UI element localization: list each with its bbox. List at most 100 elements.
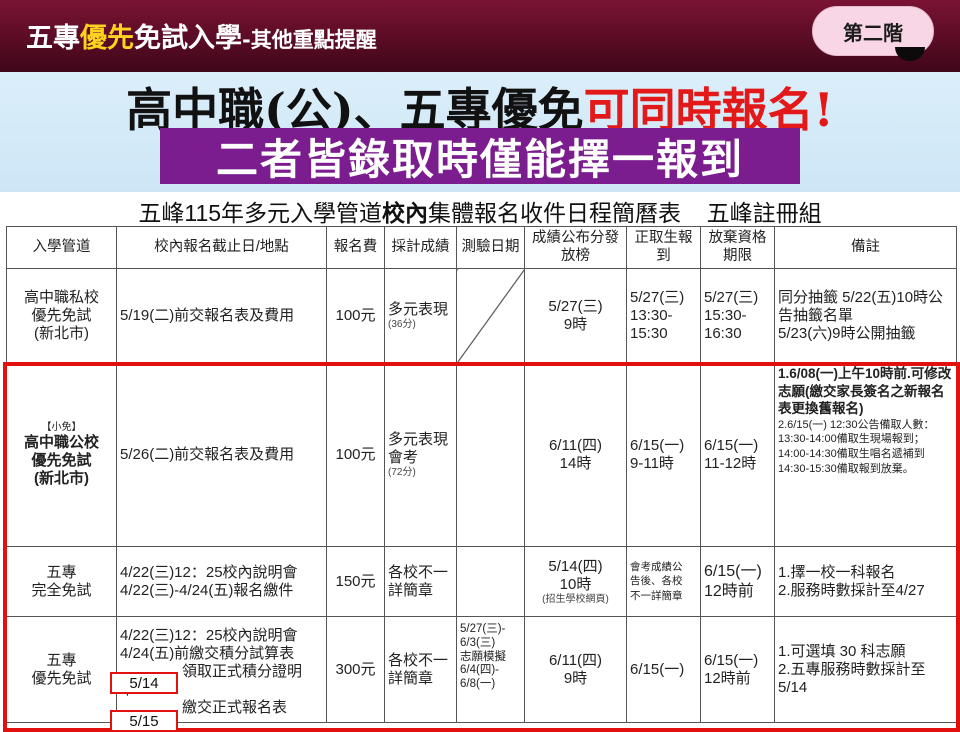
deadline-line: 4/22(三)-4/24(五)報名繳件 xyxy=(120,581,294,599)
report-line: 15:30 xyxy=(630,324,668,342)
report-line: 會考成績公 xyxy=(630,561,683,574)
report-line: 不一詳簡章 xyxy=(630,589,683,602)
channel-tag: 【小免】 xyxy=(41,421,82,433)
cell-channel: 五專 優先免試 xyxy=(6,616,117,723)
header-waive: 放棄資格期限 xyxy=(700,226,775,269)
table-row: 【小免】 高中職公校 優先免試 (新北市) 5/26(二)前交報名表及費用 10… xyxy=(6,362,957,547)
cell-fee: 100元 xyxy=(326,362,385,547)
slide-title: 五專優先免試入學-其他重點提醒 xyxy=(26,16,377,55)
cell-channel: 五專 完全免試 xyxy=(6,546,117,617)
date-tag: 5/15 xyxy=(110,710,178,732)
deadline-line: 5/19(二)前交報名表及費用 xyxy=(120,306,295,324)
score-note: (36分) xyxy=(388,318,416,330)
cell-test-date: 5/27(三)- 6/3(三) 志願模擬 6/4(四)- 6/8(一) xyxy=(456,616,525,723)
title-part2: 免試入學 xyxy=(134,23,242,54)
results-line: 9時 xyxy=(563,315,588,333)
waive-line: 12時前 xyxy=(704,669,751,687)
table-title-bold: 校內 xyxy=(382,200,429,226)
results-line: 10時 xyxy=(559,575,592,593)
cell-test-date-empty xyxy=(456,268,525,363)
cell-score: 各校不一 詳簡章 xyxy=(384,616,457,723)
results-line: 9時 xyxy=(563,669,588,687)
channel-line: (新北市) xyxy=(34,324,89,342)
cell-fee: 100元 xyxy=(326,268,385,363)
notes-line: 5/23(六)9時公開抽籤 xyxy=(778,324,916,342)
cell-waive: 5/27(三) 15:30- 16:30 xyxy=(700,268,775,363)
channel-line: 高中職私校 xyxy=(23,288,99,306)
channel-line: 優先免試 xyxy=(31,306,92,324)
notes-line: 2.五專服務時數採計至 xyxy=(778,660,926,678)
results-line: 6/11(四) xyxy=(548,651,603,669)
date-tag: 5/14 xyxy=(110,672,178,694)
subline-banner: 二者皆錄取時僅能擇一報到 xyxy=(160,128,800,184)
report-line: 13:30- xyxy=(630,306,673,324)
cell-report: 6/15(一) xyxy=(626,616,701,723)
test-date-line: 6/3(三) xyxy=(460,636,496,649)
subline-text: 二者皆錄取時僅能擇一報到 xyxy=(215,134,744,184)
cell-results: 6/11(四) 9時 xyxy=(524,616,627,723)
header-report: 正取生報到 xyxy=(626,226,701,269)
header-test-date: 測驗日期 xyxy=(456,226,525,269)
cell-test-date-empty xyxy=(456,546,525,617)
table-title-part1: 五峰115年多元入學管道 xyxy=(138,200,383,226)
cell-fee: 150元 xyxy=(326,546,385,617)
cell-notes: 同分抽籤 5/22(五)10時公告抽籤名單 5/23(六)9時公開抽籤 xyxy=(774,268,957,363)
cell-results: 6/11(四) 14時 xyxy=(524,362,627,547)
cell-score: 多元表現 (36分) xyxy=(384,268,457,363)
test-date-line: 6/4(四)- xyxy=(460,664,499,677)
waive-line: 16:30 xyxy=(704,324,742,342)
cell-deadline: 5/19(二)前交報名表及費用 xyxy=(116,268,327,363)
stage-badge-label: 第二階 xyxy=(843,20,903,45)
results-line: 6/11(四) xyxy=(548,436,603,454)
waive-line: 6/15(一) xyxy=(704,651,759,669)
waive-line: 6/15(一) xyxy=(704,436,759,454)
header-deadline: 校內報名截止日/地點 xyxy=(116,226,327,269)
report-line: 9-11時 xyxy=(630,454,674,472)
table-row: 五專 優先免試 4/22(三)12：25校內說明會 4/24(五)前繳交積分試算… xyxy=(6,616,957,723)
notes-line: 5/14 xyxy=(778,678,808,696)
waive-line: 11-12時 xyxy=(704,454,757,472)
results-note: (招生學校網頁) xyxy=(542,593,609,605)
cell-waive: 6/15(一) 12時前 xyxy=(700,546,775,617)
report-line: 6/15(一) xyxy=(630,436,685,454)
cell-deadline: 4/22(三)12：25校內說明會 4/22(三)-4/24(五)報名繳件 xyxy=(116,546,327,617)
cell-score: 多元表現 會考 (72分) xyxy=(384,362,457,547)
channel-line: 優先免試 xyxy=(31,669,92,687)
cell-notes: 1.6/08(一)上午10時前.可修改志願(繳交家長簽名之新報名表更換舊報名) … xyxy=(774,362,957,547)
channel-line: 五專 xyxy=(46,563,77,581)
score-line: 多元表現 xyxy=(388,300,449,318)
deadline-line: 5/26(二)前交報名表及費用 xyxy=(120,445,295,463)
cell-notes: 1.擇一校一科報名 2.服務時數採計至4/27 xyxy=(774,546,957,617)
title-highlight: 優先 xyxy=(80,23,134,54)
cell-report: 6/15(一) 9-11時 xyxy=(626,362,701,547)
header-results: 成績公布分發放榜 xyxy=(524,226,627,269)
score-line: 詳簡章 xyxy=(388,581,434,599)
cell-channel: 【小免】 高中職公校 優先免試 (新北市) xyxy=(6,362,117,547)
notes-line: 1.擇一校一科報名 xyxy=(778,563,896,581)
header-notes: 備註 xyxy=(774,226,957,269)
channel-line: 完全免試 xyxy=(31,581,92,599)
title-subtitle: -其他重點提醒 xyxy=(242,28,377,52)
deadline-line: 4/22(三)12：25校內說明會 xyxy=(120,563,298,581)
score-note: (72分) xyxy=(388,466,416,478)
cell-results: 5/27(三) 9時 xyxy=(524,268,627,363)
report-line: 5/27(三) xyxy=(630,288,685,306)
channel-line: 優先免試 xyxy=(31,451,92,469)
results-line: 5/27(三) xyxy=(548,297,603,315)
header-fee: 報名費 xyxy=(326,226,385,269)
table-row: 五專 完全免試 4/22(三)12：25校內說明會 4/22(三)-4/24(五… xyxy=(6,546,957,617)
cell-fee: 300元 xyxy=(326,616,385,723)
cell-waive: 6/15(一) 12時前 xyxy=(700,616,775,723)
channel-line: 五專 xyxy=(46,651,77,669)
cell-results: 5/14(四) 10時 (招生學校網頁) xyxy=(524,546,627,617)
cell-notes: 1.可選填 30 科志願 2.五專服務時數採計至 5/14 xyxy=(774,616,957,723)
waive-line: 12時前 xyxy=(704,582,754,600)
results-line: 14時 xyxy=(559,454,592,472)
score-line: 各校不一 xyxy=(388,651,449,669)
waive-line: 5/27(三) xyxy=(704,288,759,306)
cell-waive: 6/15(一) 11-12時 xyxy=(700,362,775,547)
score-line: 各校不一 xyxy=(388,563,449,581)
cell-deadline: 5/26(二)前交報名表及費用 xyxy=(116,362,327,547)
cell-deadline: 4/22(三)12：25校內說明會 4/24(五)前繳交積分試算表 領取正式積分… xyxy=(116,616,327,723)
channel-line: (新北市) xyxy=(34,469,89,487)
